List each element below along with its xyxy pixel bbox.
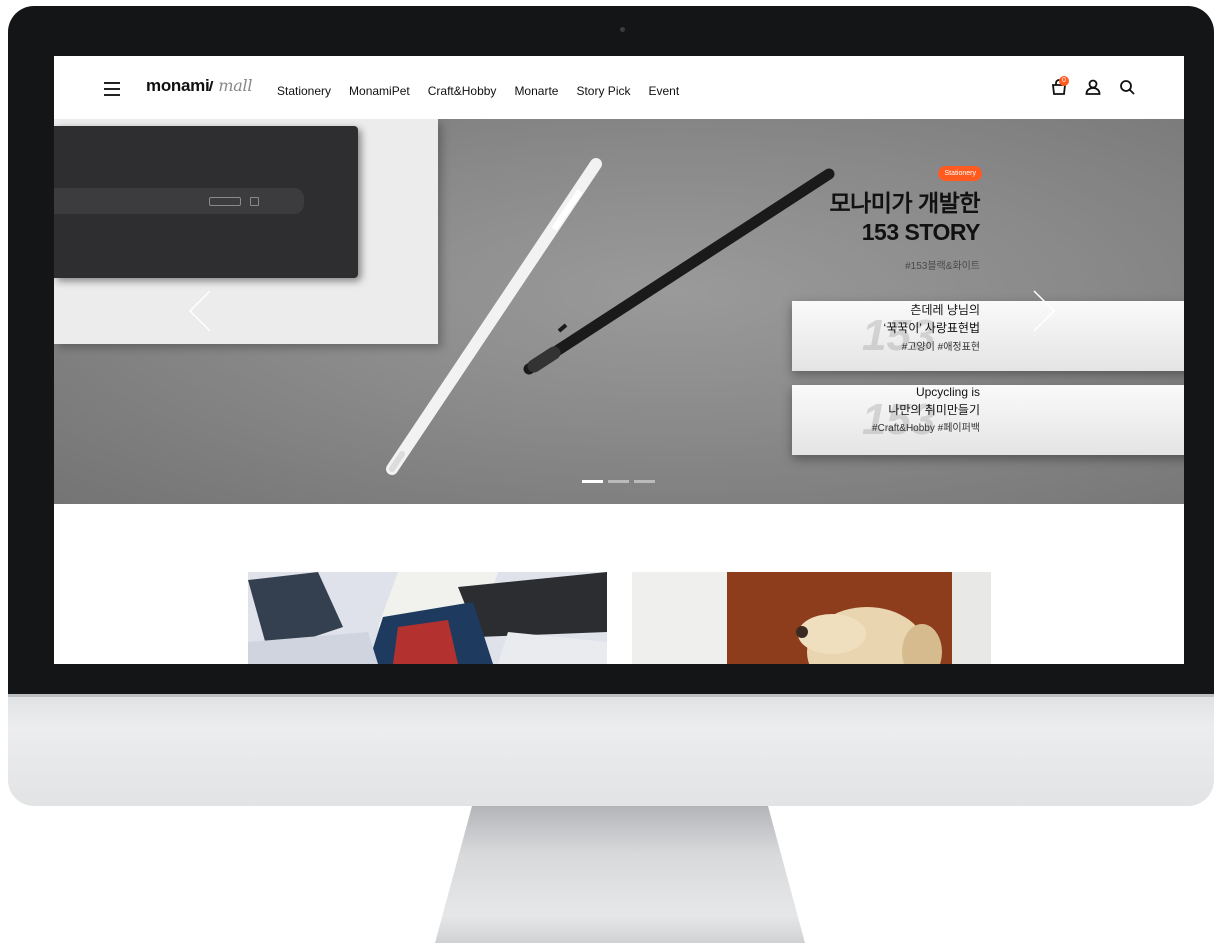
carousel-dot-2[interactable] <box>608 480 629 483</box>
story-link-cat[interactable]: 츤데레 냥님의 ‘꾹꾹이’ 사랑표현법 <box>883 301 980 337</box>
carousel-dot-3[interactable] <box>634 480 655 483</box>
header-actions: 0 <box>1050 76 1136 96</box>
carousel-dot-1[interactable] <box>582 480 603 483</box>
product-box-bottom: 153 <box>792 385 1184 455</box>
search-icon[interactable] <box>1118 78 1136 96</box>
hero-product-boxes: 153 153 <box>792 301 1184 461</box>
chevron-left-icon[interactable] <box>186 289 216 333</box>
card-image-notebooks <box>248 572 607 664</box>
carousel-pagination <box>582 480 655 483</box>
menu-item-monarte[interactable]: Monarte <box>514 84 558 98</box>
monitor-chin-edge <box>8 694 1214 697</box>
logo-suffix: mall <box>218 76 253 95</box>
site-logo[interactable]: monami mall <box>146 76 252 96</box>
story-link-upcycling[interactable]: Upcycling is 나만의 취미만들기 <box>888 383 980 419</box>
hero-headline[interactable]: 모나미가 개발한 153 STORY <box>829 189 980 247</box>
hero-carousel: 153 153 Stationery 모나미가 개발한 153 STORY #1… <box>54 119 1184 504</box>
menu-item-story-pick[interactable]: Story Pick <box>576 84 630 98</box>
headline-line-2: 153 STORY <box>861 219 981 245</box>
top-navigation: monami mall Stationery MonamiPet Craft&Ho… <box>54 56 1184 119</box>
logo-brand: monami <box>146 76 210 95</box>
user-icon[interactable] <box>1084 78 1102 96</box>
menu-item-stationery[interactable]: Stationery <box>277 84 331 98</box>
cart-count-badge: 0 <box>1059 76 1069 86</box>
story3-line-2: 나만의 취미만들기 <box>888 403 980 417</box>
content-card-pet[interactable] <box>632 572 991 664</box>
monitor-camera <box>620 27 625 32</box>
monitor-chin <box>8 694 1214 806</box>
cart-icon[interactable]: 0 <box>1050 76 1069 96</box>
menu-icon[interactable] <box>104 82 120 96</box>
story3-hashtags: #Craft&Hobby #페이퍼백 <box>872 423 980 434</box>
headline-line-1: 모나미가 개발한 <box>829 190 980 216</box>
main-menu: Stationery MonamiPet Craft&Hobby Monarte… <box>277 84 697 98</box>
story2-line-1: 츤데레 냥님의 <box>910 303 980 317</box>
headline-hashtags: #153블랙&화이트 <box>905 261 980 272</box>
menu-item-monamipet[interactable]: MonamiPet <box>349 84 410 98</box>
story2-hashtags: #고양이 #애정표현 <box>901 342 980 353</box>
monitor-stand <box>435 806 805 943</box>
menu-item-craft-hobby[interactable]: Craft&Hobby <box>428 84 497 98</box>
white-pen <box>386 158 602 475</box>
story3-line-1: Upcycling is <box>915 385 980 399</box>
logo-mark <box>209 81 218 91</box>
category-tag[interactable]: Stationery <box>938 166 982 181</box>
story2-line-2: ‘꾹꾹이’ 사랑표현법 <box>883 321 980 335</box>
product-box-top: 153 <box>792 301 1184 371</box>
browser-screen: monami mall Stationery MonamiPet Craft&Ho… <box>54 56 1184 664</box>
content-card-stationery[interactable] <box>248 572 607 664</box>
chevron-right-icon[interactable] <box>1028 289 1058 333</box>
card-image-dog <box>632 572 991 664</box>
menu-item-event[interactable]: Event <box>648 84 679 98</box>
